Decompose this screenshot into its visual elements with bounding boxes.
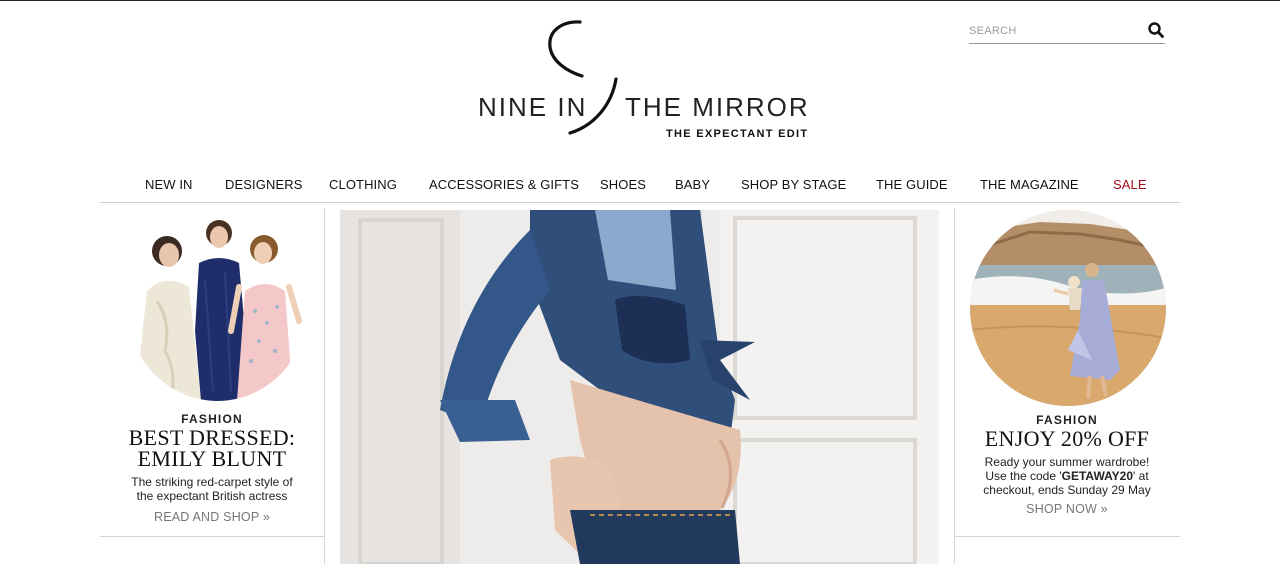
nav-item-clothing[interactable]: CLOTHING [329,177,397,192]
beach-promo-image[interactable] [970,210,1166,406]
nav-item-accessories[interactable]: ACCESSORIES & GIFTS [429,177,579,192]
left-promo: FASHION BEST DRESSED: EMILY BLUNT The st… [112,412,312,526]
left-promo-headline[interactable]: BEST DRESSED: EMILY BLUNT [112,425,312,471]
column-divider [324,208,325,564]
left-promo-headline-line2: EMILY BLUNT [137,446,287,471]
search-icon[interactable] [1147,21,1165,39]
site-logo[interactable]: NINE IN THE MIRROR THE EXPECTANT EDIT [470,19,810,144]
nav-item-the-magazine[interactable]: THE MAGAZINE [980,177,1079,192]
left-promo-blurb: The striking red-carpet style of the exp… [112,475,312,503]
right-column-bottom-rule [955,536,1180,537]
nav-item-shop-by-stage[interactable]: SHOP BY STAGE [741,177,846,192]
search-bar [969,19,1165,44]
nav-item-the-guide[interactable]: THE GUIDE [876,177,948,192]
shop-now-link[interactable]: SHOP NOW » [1026,502,1108,516]
right-promo-blurb-pre: Use the code ' [985,469,1062,483]
right-promo: FASHION ENJOY 20% OFF Ready your summer … [962,413,1172,518]
left-promo-category: FASHION [181,412,243,426]
emily-blunt-promo-image[interactable] [127,211,308,401]
right-promo-category: FASHION [1036,413,1098,427]
left-promo-blurb-line1: The striking red-carpet style of [131,475,293,489]
logo-name-part2: THE MIRROR [625,92,810,122]
logo-wordmark: NINE IN THE MIRROR [478,92,808,123]
right-promo-headline[interactable]: ENJOY 20% OFF [962,428,1172,450]
nav-item-new-in[interactable]: NEW IN [145,177,193,192]
nav-item-designers[interactable]: DESIGNERS [225,177,302,192]
right-promo-blurb-line2: Use the code 'GETAWAY20' at [962,469,1172,483]
logo-name-part1: NINE IN [478,92,588,122]
left-column-bottom-rule [100,536,324,537]
right-promo-blurb: Ready your summer wardrobe! Use the code… [962,455,1172,497]
column-divider [954,208,955,564]
promo-code: GETAWAY20 [1061,469,1134,483]
search-input[interactable] [969,22,1139,40]
left-promo-blurb-line2: the expectant British actress [136,489,288,503]
nav-item-sale[interactable]: SALE [1113,177,1147,192]
hero-banner-image[interactable] [340,210,939,564]
nav-item-baby[interactable]: BABY [675,177,710,192]
main-nav: NEW IN DESIGNERS CLOTHING ACCESSORIES & … [100,167,1180,203]
right-promo-blurb-line3: checkout, ends Sunday 29 May [983,483,1151,497]
left-promo-headline-line1: BEST DRESSED: [128,425,296,450]
read-and-shop-link[interactable]: READ AND SHOP » [154,510,270,524]
nav-item-shoes[interactable]: SHOES [600,177,646,192]
right-promo-blurb-post: ' at [1133,469,1149,483]
logo-s-mark [548,20,618,135]
logo-tagline: THE EXPECTANT EDIT [666,128,809,140]
right-promo-blurb-line1: Ready your summer wardrobe! [984,455,1150,469]
